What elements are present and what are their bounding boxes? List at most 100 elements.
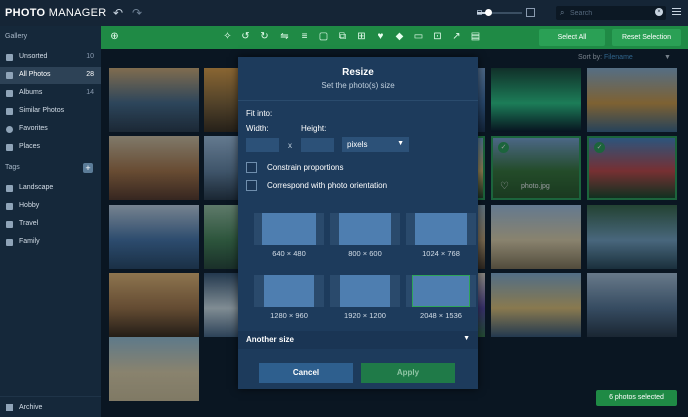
- similar-icon: [6, 108, 13, 115]
- magic-wand-icon[interactable]: ✧: [222, 31, 233, 42]
- flip-icon[interactable]: ⇋: [279, 31, 290, 42]
- reset-selection-button[interactable]: Reset Selection: [612, 29, 681, 46]
- preset-size-label: 640 × 480: [272, 249, 306, 258]
- unit-select-value: pixels: [347, 140, 368, 149]
- chevron-down-icon: ▼: [397, 140, 404, 147]
- thumbnail-large-icon: [526, 8, 535, 17]
- select-all-button[interactable]: Select All: [539, 29, 605, 46]
- preset-frame: [406, 275, 476, 307]
- search-icon: ⌕: [560, 8, 565, 17]
- share-icon[interactable]: ⊡: [432, 31, 443, 42]
- zoom-slider-knob[interactable]: [485, 9, 493, 16]
- another-size-label: Another size: [246, 335, 295, 344]
- preset-frame: [330, 275, 400, 307]
- tag-icon[interactable]: ◆: [394, 31, 405, 42]
- sidebar-item-label: Unsorted: [19, 53, 48, 60]
- sidebar: Gallery Unsorted 10 All Photos 28 Albums…: [0, 26, 101, 417]
- sidebar-item-similar-photos[interactable]: Similar Photos: [0, 103, 101, 120]
- trash-icon[interactable]: ▤: [470, 31, 481, 42]
- sidebar-item-label: Family: [19, 238, 40, 245]
- undo-icon[interactable]: ↶: [113, 6, 123, 20]
- chevron-down-icon: ▼: [463, 335, 470, 342]
- sidebar-item-archive[interactable]: Archive: [0, 396, 101, 417]
- fit-into-label: Fit into:: [246, 109, 273, 118]
- sidebar-item-favorites[interactable]: Favorites: [0, 121, 101, 138]
- redo-icon[interactable]: ↷: [132, 6, 142, 20]
- export-icon[interactable]: ↗: [451, 31, 462, 42]
- width-input[interactable]: [246, 138, 279, 152]
- unit-select[interactable]: pixels ▼: [342, 137, 409, 152]
- sidebar-item-label: Places: [19, 143, 41, 150]
- preset-size-option[interactable]: 1920 × 1200: [330, 275, 400, 325]
- selection-status-badge: 6 photos selected: [596, 390, 677, 406]
- menu-icon[interactable]: [672, 8, 681, 17]
- watermark-icon[interactable]: ⊞: [356, 31, 367, 42]
- zoom-slider[interactable]: [477, 9, 522, 16]
- rotate-right-icon[interactable]: ↻: [259, 31, 270, 42]
- divider: [238, 100, 478, 101]
- sidebar-tag-travel[interactable]: Travel: [0, 216, 101, 233]
- add-tag-button[interactable]: +: [83, 163, 93, 173]
- preset-size-option[interactable]: 2048 × 1536: [406, 275, 476, 325]
- dimension-separator: x: [288, 141, 292, 150]
- apply-button[interactable]: Apply: [361, 363, 455, 383]
- checkbox[interactable]: [246, 180, 257, 191]
- heart-icon: [6, 126, 13, 133]
- sidebar-item-count: 10: [86, 53, 94, 60]
- toolbar: ⊕ ✧ ↺ ↻ ⇋ ≡ ▢ ⧉ ⊞ ♥ ◆ ▭ ⊡ ↗ ▤ Select All…: [101, 26, 688, 49]
- photos-icon: [6, 72, 13, 79]
- add-photos-icon[interactable]: ⊕: [109, 31, 120, 42]
- preset-preview: [264, 275, 314, 307]
- preset-frame: [254, 275, 324, 307]
- gallery-heading: Gallery: [5, 33, 28, 40]
- preset-size-option[interactable]: 800 × 600: [330, 213, 400, 263]
- rotate-left-icon[interactable]: ↺: [240, 31, 251, 42]
- search-box[interactable]: ⌕ ×: [556, 6, 666, 20]
- height-label: Height:: [301, 124, 327, 133]
- preset-size-option[interactable]: 1024 × 768: [406, 213, 476, 263]
- resize-dialog: Resize Set the photo(s) size Fit into: W…: [238, 57, 478, 389]
- sidebar-item-places[interactable]: Places: [0, 139, 101, 156]
- preset-preview: [340, 275, 390, 307]
- height-input[interactable]: [301, 138, 334, 152]
- folder-icon: [6, 54, 13, 61]
- tags-heading: Tags: [5, 164, 20, 171]
- resize-icon[interactable]: ⧉: [337, 31, 348, 42]
- album-icon: [6, 90, 13, 97]
- preset-frame: [330, 213, 400, 245]
- preset-size-label: 800 × 600: [348, 249, 382, 258]
- preset-preview: [415, 213, 467, 245]
- sidebar-tag-hobby[interactable]: Hobby: [0, 198, 101, 215]
- cancel-button[interactable]: Cancel: [259, 363, 353, 383]
- search-input[interactable]: [570, 7, 650, 19]
- preset-size-label: 1920 × 1200: [344, 311, 386, 320]
- preset-size-label: 1024 × 768: [422, 249, 460, 258]
- slideshow-icon[interactable]: ▭: [413, 31, 424, 42]
- sidebar-item-unsorted[interactable]: Unsorted 10: [0, 49, 101, 66]
- sidebar-item-count: 28: [86, 71, 94, 78]
- checkbox-label: Correspond with photo orientation: [267, 181, 388, 190]
- preset-frame: [406, 213, 476, 245]
- sidebar-item-all-photos[interactable]: All Photos 28: [0, 67, 101, 84]
- preset-frame: [254, 213, 324, 245]
- preset-preview: [339, 213, 391, 245]
- sidebar-item-label: Landscape: [19, 184, 54, 191]
- dialog-title: Resize: [342, 67, 374, 78]
- sidebar-item-count: 14: [86, 89, 94, 96]
- sidebar-item-label: All Photos: [19, 71, 51, 78]
- sidebar-tag-family[interactable]: Family: [0, 234, 101, 251]
- favorite-heart-icon[interactable]: ♥: [375, 31, 386, 42]
- align-icon[interactable]: ≡: [299, 31, 310, 42]
- sidebar-item-label: Travel: [19, 220, 39, 227]
- preset-preview: [412, 275, 470, 307]
- clear-search-icon[interactable]: ×: [655, 8, 663, 16]
- sidebar-tag-landscape[interactable]: Landscape: [0, 180, 101, 197]
- preset-size-label: 2048 × 1536: [420, 311, 462, 320]
- width-label: Width:: [246, 124, 269, 133]
- checkbox[interactable]: [246, 162, 257, 173]
- preset-size-option[interactable]: 1280 × 960: [254, 275, 324, 325]
- crop-icon[interactable]: ▢: [318, 31, 329, 42]
- another-size-expander[interactable]: Another size ▼: [238, 331, 478, 349]
- preset-size-option[interactable]: 640 × 480: [254, 213, 324, 263]
- sidebar-item-albums[interactable]: Albums 14: [0, 85, 101, 102]
